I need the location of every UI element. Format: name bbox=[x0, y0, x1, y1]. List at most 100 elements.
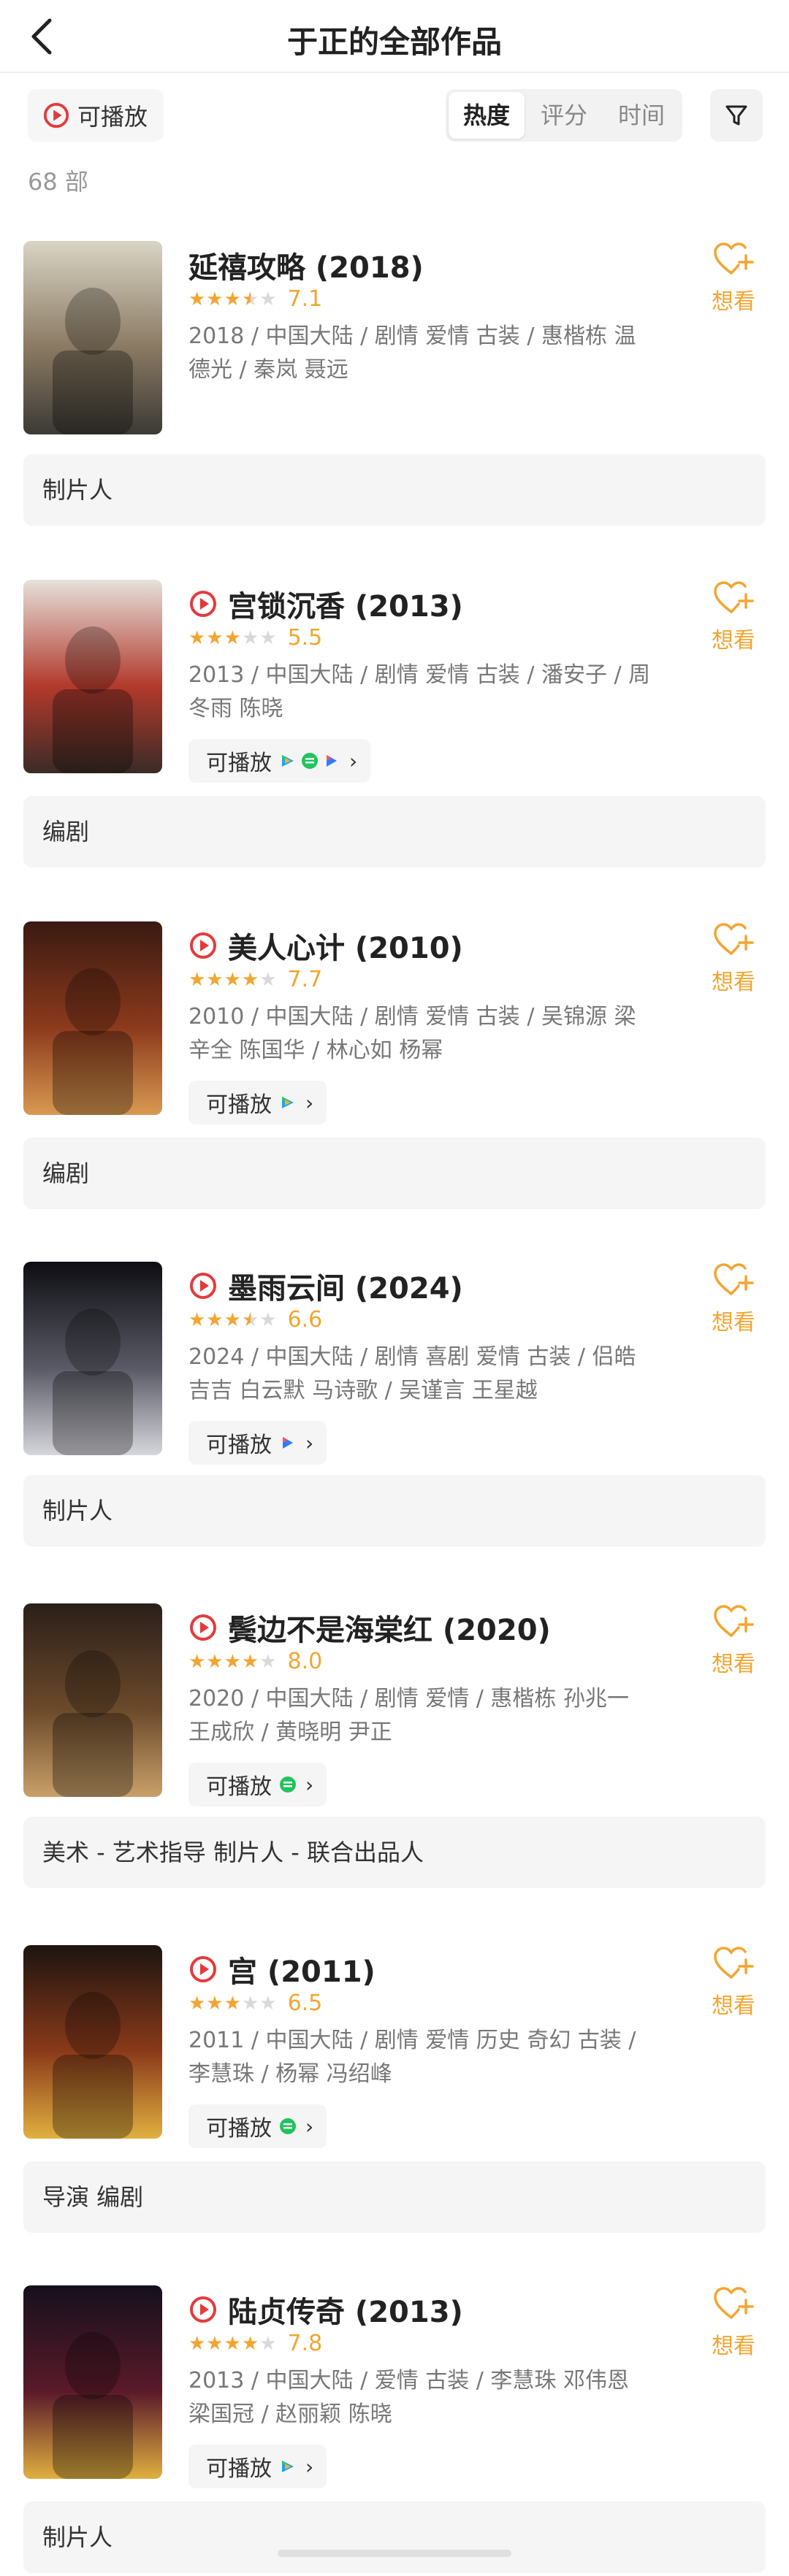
playable-label: 可播放 bbox=[206, 1092, 272, 1118]
nav-header: 于正的全部作品 bbox=[0, 0, 789, 73]
tencent-video-icon bbox=[282, 2461, 294, 2472]
work-meta: 2011 / 中国大陆 / 剧情 爱情 历史 奇幻 古装 / 李慧珠 / 杨幂 … bbox=[188, 2028, 636, 2087]
work-title: 陆贞传奇 (2013) bbox=[228, 2296, 463, 2329]
playable-label: 可播放 bbox=[206, 1774, 272, 1800]
want-to-watch-button[interactable]: 想看 bbox=[704, 241, 763, 315]
work-rating: ★★★★★ 7.1 bbox=[188, 286, 322, 312]
work-poster[interactable] bbox=[23, 1262, 162, 1455]
sort-tab-popularity[interactable]: 热度 bbox=[449, 92, 525, 139]
want-to-watch-button[interactable]: 想看 bbox=[704, 1603, 763, 1678]
sort-tab-time[interactable]: 时间 bbox=[603, 92, 679, 139]
chevron-right-icon: › bbox=[305, 2114, 314, 2139]
work-poster[interactable] bbox=[23, 921, 162, 1115]
work-score: 6.5 bbox=[287, 1990, 323, 2016]
playable-button[interactable]: 可播放 › bbox=[188, 1763, 327, 1806]
sort-tab-rating[interactable]: 评分 bbox=[526, 92, 602, 139]
want-to-watch-button[interactable]: 想看 bbox=[704, 921, 763, 996]
work-title: 墨雨云间 (2024) bbox=[228, 1272, 463, 1306]
work-item[interactable]: 墨雨云间 (2024) ★★★★★ 6.6 2024 / 中国大陆 / 剧情 喜剧 爱… bbox=[0, 1262, 789, 1605]
work-meta: 2024 / 中国大陆 / 剧情 喜剧 爱情 古装 / 侣皓吉吉 白云默 马诗歌… bbox=[188, 1344, 636, 1403]
tencent-video-icon bbox=[282, 1097, 294, 1108]
work-item[interactable]: 美人心计 (2010) ★★★★★ 7.7 2010 / 中国大陆 / 剧情 爱情 古… bbox=[0, 921, 789, 1265]
work-title-row[interactable]: 陆贞传奇 (2013) bbox=[188, 2288, 463, 2331]
work-rating: ★★★★★ 7.8 bbox=[188, 2331, 322, 2356]
work-score: 6.6 bbox=[287, 1307, 323, 1333]
want-to-watch-label: 想看 bbox=[712, 1652, 755, 1677]
playable-button[interactable]: 可播放 › bbox=[188, 1081, 327, 1124]
want-to-watch-label: 想看 bbox=[712, 2334, 755, 2359]
work-title-row[interactable]: 美人心计 (2010) bbox=[188, 924, 463, 967]
heart-plus-icon bbox=[714, 581, 754, 613]
work-role: 导演 编剧 bbox=[23, 2161, 766, 2233]
want-to-watch-label: 想看 bbox=[712, 970, 755, 995]
playable-button[interactable]: 可播放 › bbox=[188, 739, 371, 783]
work-score: 7.1 bbox=[287, 286, 323, 312]
work-title-row[interactable]: 宫 (2011) bbox=[188, 1948, 376, 1990]
work-item[interactable]: 鬓边不是海棠红 (2020) ★★★★★ 8.0 2020 / 中国大陆 / 剧情 爱… bbox=[0, 1603, 789, 1947]
want-to-watch-button[interactable]: 想看 bbox=[704, 2285, 763, 2360]
filter-bar: 可播放 热度 评分 时间 bbox=[0, 89, 789, 145]
funnel-icon bbox=[725, 105, 747, 126]
work-poster[interactable] bbox=[23, 241, 162, 434]
want-to-watch-button[interactable]: 想看 bbox=[704, 1262, 763, 1336]
work-meta: 2010 / 中国大陆 / 剧情 爱情 古装 / 吴锦源 梁辛全 陈国华 / 林… bbox=[188, 1004, 636, 1063]
play-circle-icon bbox=[43, 102, 69, 129]
work-title-row[interactable]: 鬓边不是海棠红 (2020) bbox=[188, 1606, 551, 1649]
playable-label: 可播放 bbox=[206, 2456, 272, 2482]
work-score: 7.7 bbox=[287, 967, 323, 992]
work-item[interactable]: 宫锁沉香 (2013) ★★★★★ 5.5 2013 / 中国大陆 / 剧情 爱情 古… bbox=[0, 580, 789, 923]
star-rating: ★★★★★ bbox=[188, 968, 278, 991]
filter-button[interactable] bbox=[710, 89, 763, 142]
work-title-row[interactable]: 延禧攻略 (2018) bbox=[188, 244, 424, 286]
heart-plus-icon bbox=[714, 2287, 754, 2319]
work-item[interactable]: 陆贞传奇 (2013) ★★★★★ 7.8 2013 / 中国大陆 / 爱情 古装 /… bbox=[0, 2285, 789, 2576]
chevron-right-icon: › bbox=[305, 1430, 314, 1455]
star-rating: ★★★★★ bbox=[188, 288, 278, 310]
star-rating: ★★★★★ bbox=[188, 2332, 278, 2355]
want-to-watch-button[interactable]: 想看 bbox=[704, 580, 763, 654]
tencent-video-icon bbox=[282, 755, 294, 767]
playable-button[interactable]: 可播放 › bbox=[188, 2445, 327, 2488]
chevron-right-icon: › bbox=[305, 2454, 314, 2479]
work-poster[interactable] bbox=[23, 2285, 162, 2479]
works-count: 68 部 bbox=[28, 168, 88, 196]
work-rating: ★★★★★ 6.5 bbox=[188, 1990, 322, 2016]
work-rating: ★★★★★ 5.5 bbox=[188, 625, 322, 651]
work-rating: ★★★★★ 8.0 bbox=[188, 1649, 322, 1674]
play-circle-icon bbox=[190, 591, 216, 617]
work-role: 编剧 bbox=[23, 1138, 766, 1209]
work-item[interactable]: 延禧攻略 (2018) ★★★★★ 7.1 2018 / 中国大陆 / 剧情 爱情 古… bbox=[0, 241, 789, 584]
work-title-row[interactable]: 墨雨云间 (2024) bbox=[188, 1265, 463, 1307]
want-to-watch-label: 想看 bbox=[712, 1310, 755, 1335]
playable-button[interactable]: 可播放 › bbox=[188, 1421, 327, 1465]
work-score: 8.0 bbox=[287, 1649, 323, 1674]
play-circle-icon bbox=[190, 932, 216, 959]
heart-plus-icon bbox=[714, 242, 754, 275]
chevron-right-icon: › bbox=[349, 748, 358, 773]
star-rating: ★★★★★ bbox=[188, 1650, 278, 1673]
bilibili-icon bbox=[327, 755, 337, 767]
work-role: 美术 - 艺术指导 制片人 - 联合出品人 bbox=[23, 1817, 766, 1888]
chevron-right-icon: › bbox=[305, 1772, 314, 1797]
work-role: 制片人 bbox=[23, 1475, 766, 1546]
work-poster[interactable] bbox=[23, 1603, 162, 1797]
work-poster[interactable] bbox=[23, 1945, 162, 2139]
play-circle-icon bbox=[190, 1956, 216, 1982]
work-rating: ★★★★★ 7.7 bbox=[188, 967, 322, 992]
work-title-row[interactable]: 宫锁沉香 (2013) bbox=[188, 583, 463, 625]
work-role: 制片人 bbox=[23, 2502, 766, 2573]
work-title: 美人心计 (2010) bbox=[228, 932, 463, 965]
want-to-watch-button[interactable]: 想看 bbox=[704, 1945, 763, 2020]
heart-plus-icon bbox=[714, 1947, 754, 1979]
work-item[interactable]: 宫 (2011) ★★★★★ 6.5 2011 / 中国大陆 / 剧情 爱情 历史 奇… bbox=[0, 1945, 789, 2288]
heart-plus-icon bbox=[714, 1605, 754, 1637]
work-meta: 2020 / 中国大陆 / 剧情 爱情 / 惠楷栋 孙兆一 王成欣 / 黄晓明 … bbox=[188, 1686, 629, 1745]
heart-plus-icon bbox=[714, 923, 754, 955]
star-rating: ★★★★★ bbox=[188, 626, 278, 649]
work-rating: ★★★★★ 6.6 bbox=[188, 1307, 322, 1333]
work-role: 编剧 bbox=[23, 796, 766, 867]
work-poster[interactable] bbox=[23, 580, 162, 773]
playable-filter-button[interactable]: 可播放 bbox=[28, 89, 164, 142]
playable-button[interactable]: 可播放 › bbox=[188, 2104, 327, 2148]
chevron-right-icon: › bbox=[305, 1090, 314, 1115]
